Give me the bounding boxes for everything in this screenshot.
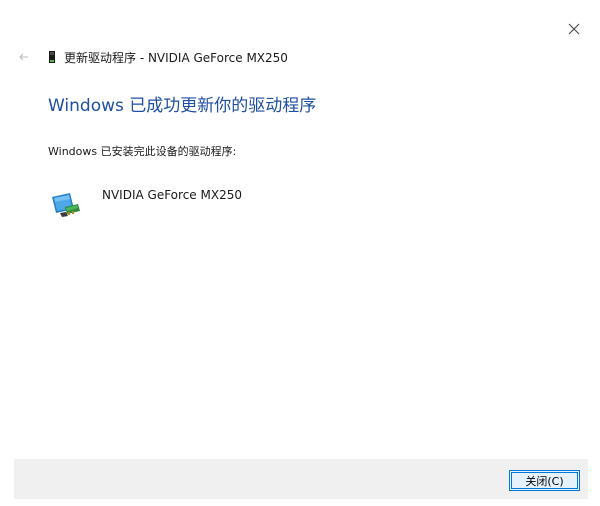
device-name: NVIDIA GeForce MX250: [102, 188, 242, 202]
back-arrow-icon[interactable]: [14, 47, 34, 67]
dialog-title: 更新驱动程序 - NVIDIA GeForce MX250: [64, 50, 288, 65]
dialog-footer: [14, 459, 588, 499]
close-button[interactable]: 关闭(C): [509, 470, 580, 491]
update-driver-dialog: 更新驱动程序 - NVIDIA GeForce MX250 Windows 已成…: [0, 0, 600, 506]
page-heading: Windows 已成功更新你的驱动程序: [48, 96, 317, 116]
display-adapter-icon: [50, 189, 82, 221]
close-icon[interactable]: [563, 18, 585, 40]
dialog-titlebar: 更新驱动程序 - NVIDIA GeForce MX250: [14, 46, 288, 68]
close-button-label: 关闭(C): [511, 472, 578, 489]
device-entry: NVIDIA GeForce MX250: [50, 185, 242, 221]
device-icon: [48, 50, 56, 64]
description-text: Windows 已安装完此设备的驱动程序:: [48, 145, 237, 158]
